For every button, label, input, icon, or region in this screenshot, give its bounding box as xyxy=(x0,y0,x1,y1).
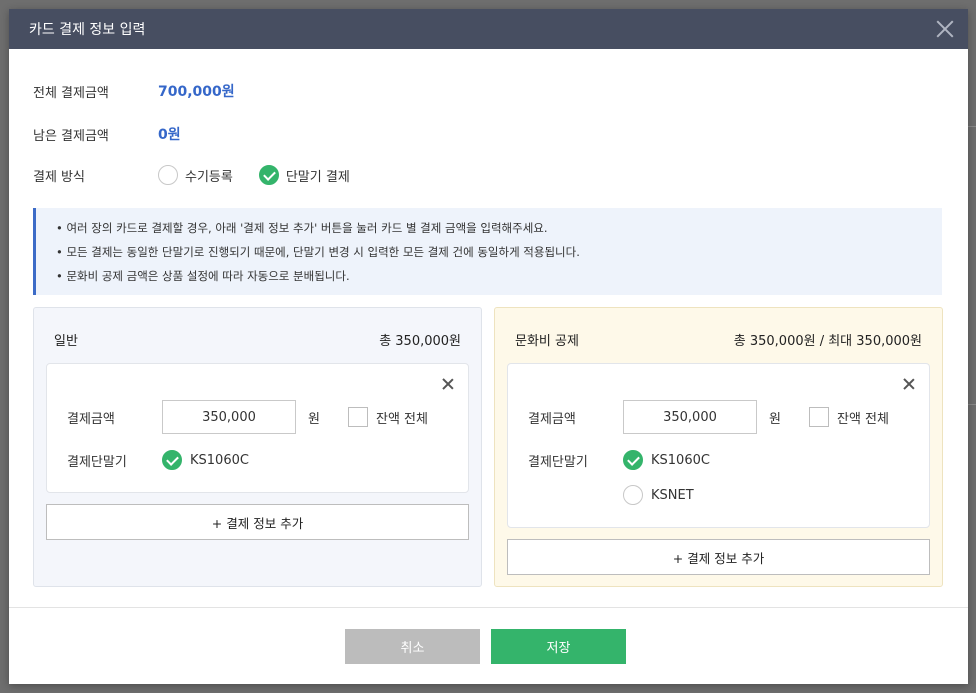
terminal-option-ksnet[interactable]: KSNET xyxy=(623,485,694,505)
notice-box: • 여러 장의 카드로 결제할 경우, 아래 '결제 정보 추가' 버튼을 눌러… xyxy=(33,208,942,295)
amount-label: 결제금액 xyxy=(528,411,576,427)
payment-method-label: 결제 방식 xyxy=(33,169,85,185)
general-panel-title: 일반 xyxy=(54,334,78,349)
total-amount-row: 전체 결제금액 700,000원 xyxy=(33,81,235,101)
remove-card-icon[interactable] xyxy=(442,378,454,390)
balance-all-checkbox[interactable] xyxy=(809,407,829,427)
remaining-amount-label: 남은 결제금액 xyxy=(33,128,109,144)
method-manual-option[interactable]: 수기등록 xyxy=(158,165,233,185)
general-panel-total: 총 350,000원 xyxy=(379,334,461,349)
radio-checked-icon[interactable] xyxy=(623,450,643,470)
culture-deduction-panel: 문화비 공제 총 350,000원 / 최대 350,000원 결제금액 원 잔… xyxy=(494,307,943,587)
culture-terminal-field-2: KSNET xyxy=(528,485,694,505)
currency-label: 원 xyxy=(308,411,320,427)
method-terminal-option[interactable]: 단말기 결제 xyxy=(258,165,350,185)
terminal-label: 결제단말기 xyxy=(67,454,127,470)
method-manual-label: 수기등록 xyxy=(185,169,233,185)
culture-payment-card: 결제금액 원 잔액 전체 결제단말기 KS1060C KSNET xyxy=(507,363,930,528)
radio-icon[interactable] xyxy=(158,165,178,185)
terminal-option-ks1060c[interactable]: KS1060C xyxy=(623,450,710,470)
total-amount-label: 전체 결제금액 xyxy=(33,85,109,101)
general-panel-header: 일반 총 350,000원 xyxy=(54,330,461,349)
currency-label: 원 xyxy=(769,411,781,427)
culture-amount-input[interactable] xyxy=(623,400,757,434)
culture-panel-header: 문화비 공제 총 350,000원 / 최대 350,000원 xyxy=(515,330,922,349)
culture-panel-title: 문화비 공제 xyxy=(515,334,579,349)
general-add-payment-button[interactable]: + 결제 정보 추가 xyxy=(46,504,469,540)
culture-panel-total: 총 350,000원 / 최대 350,000원 xyxy=(733,334,922,349)
culture-add-payment-button[interactable]: + 결제 정보 추가 xyxy=(507,539,930,575)
remaining-amount-row: 남은 결제금액 0원 xyxy=(33,124,181,144)
balance-all-checkbox[interactable] xyxy=(348,407,368,427)
cancel-button[interactable]: 취소 xyxy=(345,629,480,664)
balance-all-label: 잔액 전체 xyxy=(376,411,428,427)
radio-checked-icon[interactable] xyxy=(258,165,279,185)
general-payment-panel: 일반 총 350,000원 결제금액 원 잔액 전체 결제단말기 KS1060C… xyxy=(33,307,482,587)
general-amount-field: 결제금액 원 잔액 전체 xyxy=(67,400,428,434)
balance-all-label: 잔액 전체 xyxy=(837,411,889,427)
general-terminal-field: 결제단말기 KS1060C xyxy=(67,450,249,470)
dialog-title: 카드 결제 정보 입력 xyxy=(29,22,146,38)
remaining-amount-value: 0원 xyxy=(158,127,181,143)
radio-checked-icon[interactable] xyxy=(162,450,182,470)
notice-line: • 여러 장의 카드로 결제할 경우, 아래 '결제 정보 추가' 버튼을 눌러… xyxy=(56,221,548,235)
background-divider xyxy=(968,126,976,127)
background-divider xyxy=(968,404,976,405)
general-payment-card: 결제금액 원 잔액 전체 결제단말기 KS1060C xyxy=(46,363,469,493)
save-button[interactable]: 저장 xyxy=(491,629,626,664)
terminal-name: KSNET xyxy=(651,487,694,503)
culture-terminal-field: 결제단말기 KS1060C xyxy=(528,450,710,470)
terminal-name: KS1060C xyxy=(651,452,710,468)
radio-icon[interactable] xyxy=(623,485,643,505)
terminal-option-ks1060c[interactable]: KS1060C xyxy=(162,450,249,470)
terminal-label: 결제단말기 xyxy=(528,454,588,470)
notice-line: • 문화비 공제 금액은 상품 설정에 따라 자동으로 분배됩니다. xyxy=(56,269,350,283)
close-icon[interactable] xyxy=(934,18,956,40)
footer-divider xyxy=(9,607,968,608)
total-amount-value: 700,000원 xyxy=(158,84,235,100)
card-payment-dialog: 카드 결제 정보 입력 전체 결제금액 700,000원 남은 결제금액 0원 … xyxy=(9,9,968,684)
culture-amount-field: 결제금액 원 잔액 전체 xyxy=(528,400,889,434)
amount-label: 결제금액 xyxy=(67,411,115,427)
method-terminal-label: 단말기 결제 xyxy=(285,169,350,185)
remove-card-icon[interactable] xyxy=(903,378,915,390)
general-amount-input[interactable] xyxy=(162,400,296,434)
terminal-name: KS1060C xyxy=(190,452,249,468)
notice-line: • 모든 결제는 동일한 단말기로 진행되기 때문에, 단말기 변경 시 입력한… xyxy=(56,245,580,259)
payment-method-row: 결제 방식 수기등록 단말기 결제 xyxy=(33,165,376,185)
dialog-header: 카드 결제 정보 입력 xyxy=(9,9,968,49)
